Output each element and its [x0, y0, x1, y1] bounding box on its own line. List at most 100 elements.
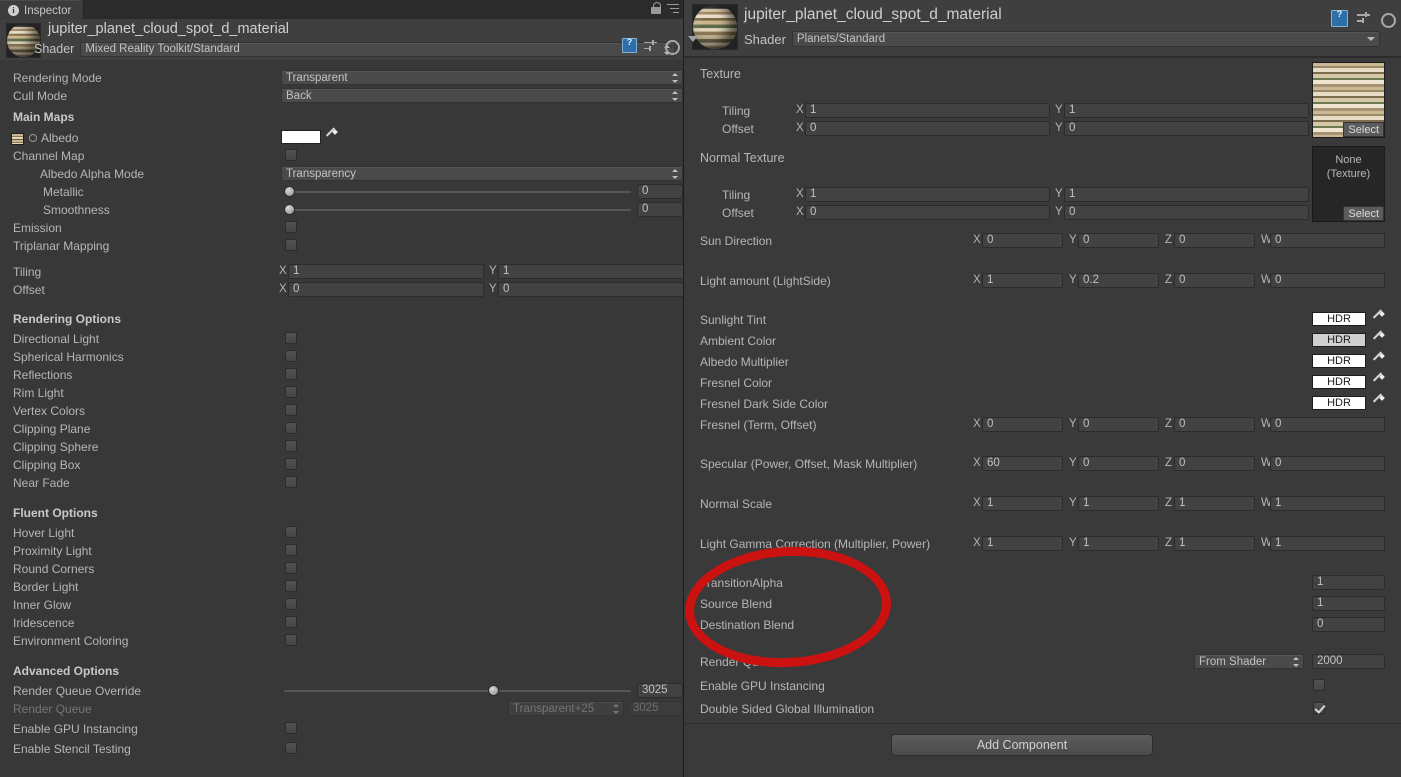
- transition-alpha-field[interactable]: 1: [1312, 575, 1385, 590]
- clipping-plane-checkbox[interactable]: [285, 422, 297, 434]
- reflections-checkbox[interactable]: [285, 368, 297, 380]
- preset-icon-right[interactable]: [1357, 12, 1371, 25]
- albedo-texture-icon[interactable]: [11, 133, 24, 145]
- albedo-multiplier-hdr-swatch[interactable]: HDR: [1312, 354, 1366, 368]
- channel-map-checkbox[interactable]: [285, 149, 297, 161]
- metallic-value[interactable]: 0: [637, 184, 683, 199]
- render-queue-value-right[interactable]: 2000: [1312, 654, 1385, 669]
- lock-icon[interactable]: [651, 2, 661, 15]
- smoothness-value[interactable]: 0: [637, 202, 683, 217]
- fresnel-dark-side-color-hdr-swatch[interactable]: HDR: [1312, 396, 1366, 410]
- sunlight-tint-hdr-swatch[interactable]: HDR: [1312, 312, 1366, 326]
- border-light-checkbox[interactable]: [285, 580, 297, 592]
- normal-offset-x-field[interactable]: 0: [805, 205, 1050, 220]
- light-amount-w-field[interactable]: 0: [1270, 273, 1385, 288]
- hover-light-checkbox[interactable]: [285, 526, 297, 538]
- sun-direction-z-field[interactable]: 0: [1174, 233, 1255, 248]
- proximity-light-checkbox[interactable]: [285, 544, 297, 556]
- enable-gpu-instancing-checkbox-right[interactable]: [1313, 679, 1325, 691]
- light-amount-y-field[interactable]: 0.2: [1078, 273, 1159, 288]
- render-queue-enum-dropdown-right[interactable]: From Shader: [1194, 654, 1304, 669]
- normal-offset-y-field[interactable]: 0: [1064, 205, 1309, 220]
- gear-icon-right[interactable]: [1380, 12, 1394, 26]
- gamma-x-field[interactable]: 1: [982, 536, 1063, 551]
- fresnel-x-field[interactable]: 0: [982, 417, 1063, 432]
- round-corners-checkbox[interactable]: [285, 562, 297, 574]
- fresnel-dark-side-color-eyedropper-icon[interactable]: [1371, 396, 1384, 409]
- offset-y-field[interactable]: 0: [498, 282, 694, 297]
- triplanar-mapping-checkbox[interactable]: [285, 239, 297, 251]
- specular-z-field[interactable]: 0: [1174, 456, 1255, 471]
- albedo-multiplier-eyedropper-icon[interactable]: [1371, 354, 1384, 367]
- albedo-alpha-mode-dropdown[interactable]: Transparency: [281, 166, 683, 181]
- render-queue-override-slider[interactable]: [284, 685, 631, 697]
- light-amount-x-field[interactable]: 1: [982, 273, 1063, 288]
- fresnel-w-field[interactable]: 0: [1270, 417, 1385, 432]
- cull-mode-dropdown[interactable]: Back: [281, 88, 683, 103]
- source-blend-field[interactable]: 1: [1312, 596, 1385, 611]
- smoothness-slider[interactable]: [284, 204, 631, 216]
- destination-blend-field[interactable]: 0: [1312, 617, 1385, 632]
- gamma-w-field[interactable]: 1: [1270, 536, 1385, 551]
- clipping-sphere-checkbox[interactable]: [285, 440, 297, 452]
- preset-icon[interactable]: [644, 40, 657, 52]
- normal-scale-w-field[interactable]: 1: [1270, 496, 1385, 511]
- ambient-color-hdr-swatch[interactable]: HDR: [1312, 333, 1366, 347]
- sun-direction-y-field[interactable]: 0: [1078, 233, 1159, 248]
- add-component-button[interactable]: Add Component: [891, 734, 1153, 756]
- emission-checkbox[interactable]: [285, 221, 297, 233]
- spherical-harmonics-checkbox[interactable]: [285, 350, 297, 362]
- foldout-triangle-icon[interactable]: [688, 36, 698, 42]
- gamma-z-field[interactable]: 1: [1174, 536, 1255, 551]
- texture-tiling-y-field[interactable]: 1: [1064, 103, 1309, 118]
- normal-scale-z-field[interactable]: 1: [1174, 496, 1255, 511]
- fresnel-y-field[interactable]: 0: [1078, 417, 1159, 432]
- menu-icon[interactable]: [667, 4, 679, 14]
- gamma-y-field[interactable]: 1: [1078, 536, 1159, 551]
- light-amount-z-field[interactable]: 0: [1174, 273, 1255, 288]
- iridescence-checkbox[interactable]: [285, 616, 297, 628]
- specular-y-field[interactable]: 0: [1078, 456, 1159, 471]
- environment-coloring-checkbox[interactable]: [285, 634, 297, 646]
- normal-scale-y-field[interactable]: 1: [1078, 496, 1159, 511]
- texture-tiling-x-field[interactable]: 1: [805, 103, 1050, 118]
- normal-tiling-x-field[interactable]: 1: [805, 187, 1050, 202]
- sun-direction-w-field[interactable]: 0: [1270, 233, 1385, 248]
- fresnel-color-eyedropper-icon[interactable]: [1371, 375, 1384, 388]
- tab-inspector[interactable]: i Inspector: [0, 0, 84, 20]
- double-sided-gi-checkbox[interactable]: [1313, 702, 1325, 714]
- enable-stencil-testing-checkbox[interactable]: [285, 742, 297, 754]
- inner-glow-checkbox[interactable]: [285, 598, 297, 610]
- eyedropper-icon[interactable]: [324, 130, 337, 143]
- shader-dropdown-left[interactable]: Mixed Reality Toolkit/Standard: [80, 42, 675, 57]
- albedo-color-swatch[interactable]: [281, 130, 321, 144]
- albedo-toggle-icon[interactable]: [29, 134, 37, 142]
- texture-offset-y-field[interactable]: 0: [1064, 121, 1309, 136]
- offset-x-field[interactable]: 0: [288, 282, 484, 297]
- shader-dropdown-right[interactable]: Planets/Standard: [792, 31, 1380, 47]
- normal-tiling-y-field[interactable]: 1: [1064, 187, 1309, 202]
- fresnel-color-hdr-swatch[interactable]: HDR: [1312, 375, 1366, 389]
- normal-scale-x-field[interactable]: 1: [982, 496, 1063, 511]
- specular-w-field[interactable]: 0: [1270, 456, 1385, 471]
- vertex-colors-checkbox[interactable]: [285, 404, 297, 416]
- clipping-box-checkbox[interactable]: [285, 458, 297, 470]
- specular-x-field[interactable]: 60: [982, 456, 1063, 471]
- help-book-icon[interactable]: [622, 38, 637, 53]
- render-queue-override-value[interactable]: 3025: [637, 683, 683, 698]
- near-fade-checkbox[interactable]: [285, 476, 297, 488]
- texture-offset-x-field[interactable]: 0: [805, 121, 1050, 136]
- tiling-y-field[interactable]: 1: [498, 264, 694, 279]
- gear-icon[interactable]: [664, 39, 677, 52]
- fresnel-z-field[interactable]: 0: [1174, 417, 1255, 432]
- help-book-icon-right[interactable]: [1331, 10, 1348, 27]
- rim-light-checkbox[interactable]: [285, 386, 297, 398]
- tiling-x-field[interactable]: 1: [288, 264, 484, 279]
- sun-direction-x-field[interactable]: 0: [982, 233, 1063, 248]
- sunlight-tint-eyedropper-icon[interactable]: [1371, 312, 1384, 325]
- enable-gpu-instancing-checkbox-left[interactable]: [285, 722, 297, 734]
- rendering-mode-dropdown[interactable]: Transparent: [281, 70, 683, 85]
- ambient-color-eyedropper-icon[interactable]: [1371, 333, 1384, 346]
- metallic-slider[interactable]: [284, 186, 631, 198]
- render-queue-enum-dropdown[interactable]: Transparent+25: [508, 701, 624, 716]
